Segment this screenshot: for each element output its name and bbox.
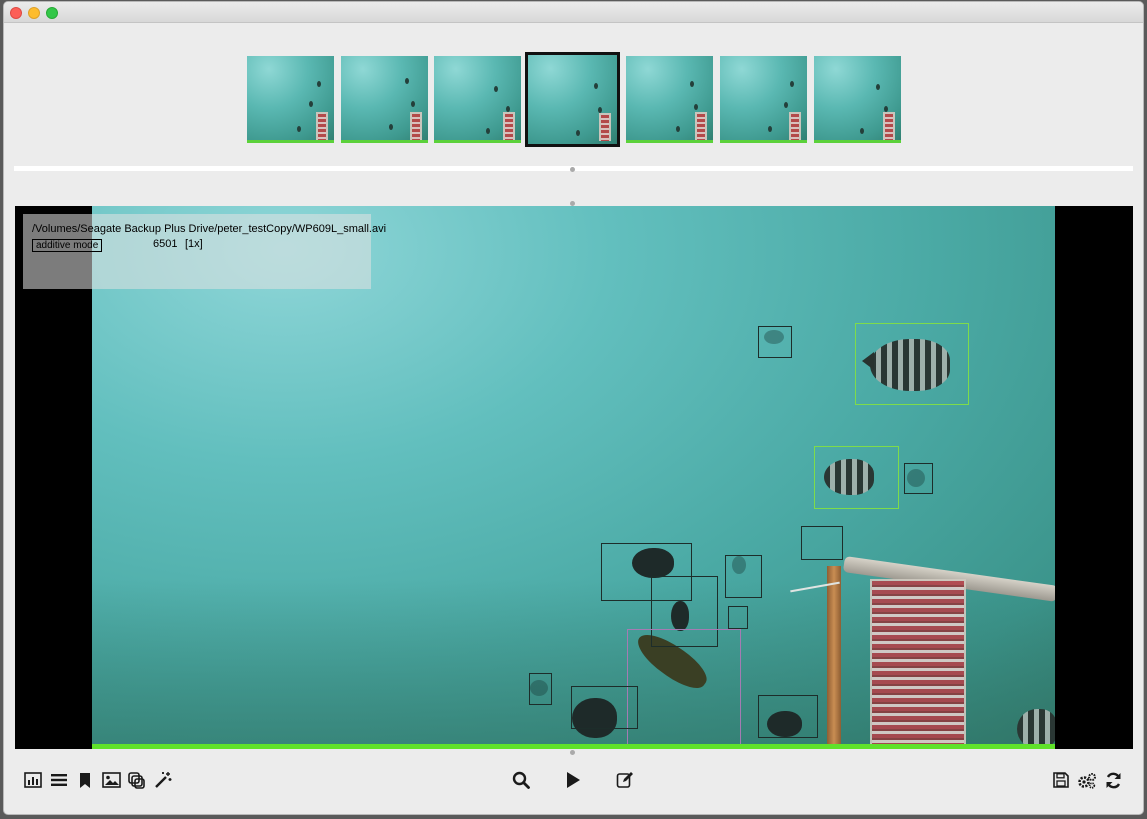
thumbnail-frame[interactable]: [434, 56, 521, 143]
save-icon[interactable]: [1051, 770, 1071, 790]
play-icon[interactable]: [563, 770, 583, 790]
fish: [1017, 709, 1055, 749]
detection-box[interactable]: [571, 686, 638, 729]
mode-badge[interactable]: additive mode: [32, 239, 103, 252]
edit-icon[interactable]: [615, 770, 635, 790]
splitter-handle[interactable]: [570, 750, 575, 755]
thumbnail-frame[interactable]: [626, 56, 713, 143]
detection-box-green[interactable]: [855, 323, 969, 405]
playback-progress-bar[interactable]: [92, 744, 1055, 749]
detection-box[interactable]: [904, 463, 933, 494]
thumbnail-frame[interactable]: [247, 56, 334, 143]
list-icon[interactable]: [49, 770, 69, 790]
bar-chart-icon[interactable]: [23, 770, 43, 790]
splitter-handle[interactable]: [570, 167, 575, 172]
detection-box[interactable]: [758, 695, 818, 738]
detection-box-purple[interactable]: [627, 629, 741, 747]
thumbnail-frame[interactable]: [720, 56, 807, 143]
thumbnail-frame[interactable]: [341, 56, 428, 143]
thumbnail-frame-selected[interactable]: [525, 52, 620, 147]
close-button[interactable]: [10, 7, 22, 19]
magic-wand-icon[interactable]: [153, 770, 173, 790]
layers-icon[interactable]: [127, 770, 147, 790]
bottom-toolbar: [4, 758, 1143, 804]
image-icon[interactable]: [101, 770, 121, 790]
video-viewer[interactable]: /Volumes/Seagate Backup Plus Drive/peter…: [15, 206, 1133, 749]
detection-box-green[interactable]: [814, 446, 899, 509]
zoom-button[interactable]: [46, 7, 58, 19]
search-icon[interactable]: [511, 770, 531, 790]
detection-box[interactable]: [758, 326, 792, 358]
bait-cage: [870, 579, 966, 749]
detection-box[interactable]: [529, 673, 552, 705]
detection-box[interactable]: [725, 555, 762, 598]
frame-number-label: 6501: [153, 238, 178, 250]
file-path-label: /Volumes/Seagate Backup Plus Drive/peter…: [32, 223, 387, 235]
wooden-post: [827, 566, 841, 749]
app-window: /Volumes/Seagate Backup Plus Drive/peter…: [3, 1, 1144, 815]
playback-speed-label: [1x]: [185, 238, 203, 250]
settings-icon[interactable]: [1077, 770, 1097, 790]
title-bar[interactable]: [4, 2, 1143, 23]
info-overlay: /Volumes/Seagate Backup Plus Drive/peter…: [23, 214, 386, 289]
thumbnail-frame[interactable]: [814, 56, 901, 143]
refresh-icon[interactable]: [1103, 770, 1123, 790]
minimize-button[interactable]: [28, 7, 40, 19]
bookmark-icon[interactable]: [75, 770, 95, 790]
detection-box[interactable]: [728, 606, 748, 629]
detection-box[interactable]: [801, 526, 843, 560]
